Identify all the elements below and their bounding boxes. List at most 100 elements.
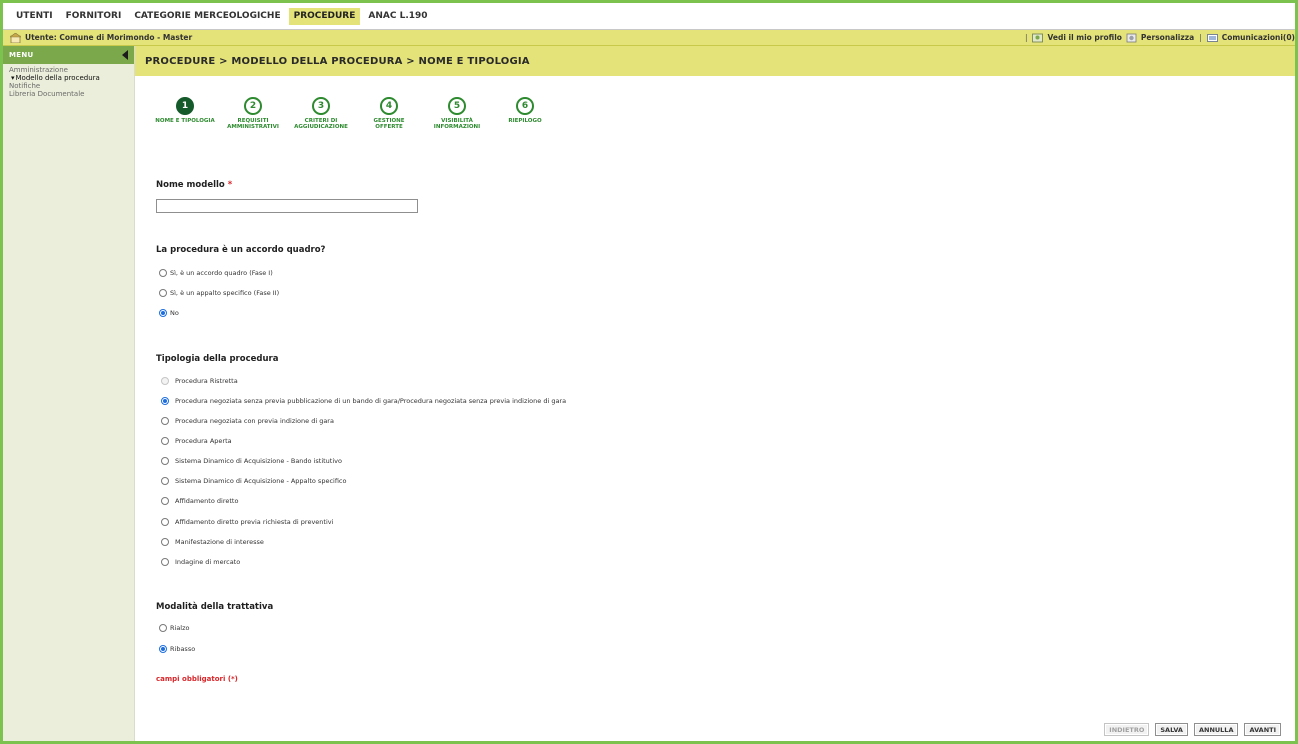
radio-sda-appalto-specifico[interactable]: Sistema Dinamico di Acquisizione - Appal… [161, 477, 346, 485]
radio-button[interactable] [161, 477, 169, 485]
radio-label: Sistema Dinamico di Acquisizione - Bando… [175, 457, 342, 465]
framework-question: La procedura è un accordo quadro? [156, 245, 326, 255]
tab-anac-l190[interactable]: ANAC L.190 [363, 8, 432, 25]
radio-button[interactable] [159, 309, 167, 317]
user-info: Utente: Comune di Morimondo - Master [3, 32, 193, 43]
tab-categorie-merceologiche[interactable]: CATEGORIE MERCEOLOGICHE [129, 8, 285, 25]
radio-procedura-aperta[interactable]: Procedura Aperta [161, 437, 232, 445]
radio-button[interactable] [161, 397, 169, 405]
sidebar-item-modello-procedura[interactable]: Modello della procedura [9, 74, 134, 82]
app-frame: UTENTI FORNITORI CATEGORIE MERCEOLOGICHE… [0, 0, 1298, 744]
radio-label: No [170, 309, 179, 317]
back-button[interactable]: INDIETRO [1104, 723, 1150, 736]
radio-ribasso[interactable]: Ribasso [159, 645, 195, 653]
radio-button[interactable] [161, 518, 169, 526]
home-icon [10, 32, 21, 43]
messages-link[interactable]: Comunicazioni(0) [1222, 33, 1295, 42]
step-nome-tipologia[interactable]: 1 NOME E TIPOLOGIA [151, 97, 219, 130]
step-number: 6 [516, 97, 534, 115]
radio-appalto-specifico[interactable]: Sì, è un appalto specifico (Fase II) [159, 289, 279, 297]
radio-accordo-quadro[interactable]: Sì, è un accordo quadro (Fase I) [159, 269, 273, 277]
step-visibilita-informazioni[interactable]: 5 VISIBILITÀ INFORMAZIONI [423, 97, 491, 130]
separator: | [1199, 33, 1202, 42]
sidebar-item-amministrazione[interactable]: Amministrazione [9, 66, 134, 74]
breadcrumb-text: PROCEDURE > MODELLO DELLA PROCEDURA > NO… [145, 55, 530, 67]
step-label: CRITERI DI AGGIUDICAZIONE [294, 118, 348, 130]
action-buttons: INDIETRO SALVA ANNULLA AVANTI [1098, 723, 1281, 736]
radio-button[interactable] [161, 497, 169, 505]
radio-affidamento-diretto[interactable]: Affidamento diretto [161, 497, 238, 505]
sidebar-item-libreria-documentale[interactable]: Libreria Documentale [9, 90, 134, 98]
step-number: 4 [380, 97, 398, 115]
radio-rialzo[interactable]: Rialzo [159, 624, 190, 632]
radio-label: Sistema Dinamico di Acquisizione - Appal… [175, 477, 347, 485]
step-label: GESTIONE OFFERTE [373, 118, 405, 130]
profile-icon [1032, 33, 1044, 42]
save-button[interactable]: SALVA [1155, 723, 1188, 736]
radio-label: Manifestazione di interesse [175, 538, 264, 546]
step-label: VISIBILITÀ INFORMAZIONI [433, 118, 481, 130]
cancel-button[interactable]: ANNULLA [1193, 723, 1239, 736]
customize-icon [1126, 33, 1137, 42]
tab-utenti[interactable]: UTENTI [11, 8, 58, 25]
collapse-arrow-icon[interactable] [122, 50, 128, 60]
radio-button[interactable] [159, 624, 167, 632]
radio-button [161, 377, 169, 385]
radio-button[interactable] [161, 558, 169, 566]
step-number: 5 [448, 97, 466, 115]
radio-affidamento-preventivi[interactable]: Affidamento diretto previa richiesta di … [161, 518, 333, 526]
model-name-input[interactable] [156, 199, 418, 213]
step-criteri-aggiudicazione[interactable]: 3 CRITERI DI AGGIUDICAZIONE [287, 97, 355, 130]
profile-link[interactable]: Vedi il mio profilo [1047, 33, 1121, 42]
step-label: RIEPILOGO [508, 118, 542, 124]
step-number: 3 [312, 97, 330, 115]
radio-procedura-ristretta: Procedura Ristretta [161, 377, 238, 385]
radio-manifestazione-interesse[interactable]: Manifestazione di interesse [161, 538, 264, 546]
radio-button[interactable] [161, 538, 169, 546]
messages-icon [1206, 33, 1218, 42]
mandatory-note: campi obbligatori (*) [156, 675, 238, 683]
menu-list: Amministrazione Modello della procedura … [3, 64, 134, 98]
sidebar-item-label: Modello della procedura [15, 74, 100, 82]
next-button[interactable]: AVANTI [1244, 723, 1281, 736]
separator: | [1024, 33, 1028, 42]
radio-label: Procedura Ristretta [175, 377, 238, 385]
radio-no[interactable]: No [159, 309, 179, 317]
radio-button[interactable] [161, 457, 169, 465]
radio-sda-bando-istitutivo[interactable]: Sistema Dinamico di Acquisizione - Bando… [161, 457, 342, 465]
user-label: Utente: Comune di Morimondo - Master [25, 33, 193, 42]
step-riepilogo[interactable]: 6 RIEPILOGO [491, 97, 559, 130]
tab-procedure[interactable]: PROCEDURE [288, 7, 361, 25]
menu-header: MENU [3, 46, 134, 64]
radio-button[interactable] [159, 645, 167, 653]
radio-label: Ribasso [170, 645, 196, 653]
name-field-label: Nome modello * [156, 180, 232, 190]
radio-label: Procedura negoziata con previa indizione… [175, 417, 334, 425]
radio-label: Indagine di mercato [175, 558, 241, 566]
radio-indagine-mercato[interactable]: Indagine di mercato [161, 558, 240, 566]
radio-negoziata-con-indizione[interactable]: Procedura negoziata con previa indizione… [161, 417, 334, 425]
top-tab-bar: UTENTI FORNITORI CATEGORIE MERCEOLOGICHE… [3, 3, 1295, 30]
radio-button[interactable] [159, 269, 167, 277]
radio-button[interactable] [159, 289, 167, 297]
radio-negoziata-senza-bando[interactable]: Procedura negoziata senza previa pubblic… [161, 397, 566, 405]
sidebar-item-notifiche[interactable]: Notifiche [9, 82, 134, 90]
step-number: 2 [244, 97, 262, 115]
mode-title: Modalità della trattativa [156, 602, 274, 612]
wizard-steps: 1 NOME E TIPOLOGIA 2 REQUISITI AMMINISTRA… [151, 97, 559, 130]
tab-fornitori[interactable]: FORNITORI [61, 8, 127, 25]
step-label: NOME E TIPOLOGIA [155, 118, 215, 124]
radio-label: Sì, è un appalto specifico (Fase II) [170, 289, 280, 297]
customize-link[interactable]: Personalizza [1141, 33, 1194, 42]
radio-label: Rialzo [170, 624, 190, 632]
user-links: | Vedi il mio profilo Personalizza | Com… [1020, 33, 1295, 43]
name-label-text: Nome modello [156, 180, 225, 190]
step-gestione-offerte[interactable]: 4 GESTIONE OFFERTE [355, 97, 423, 130]
step-requisiti-amministrativi[interactable]: 2 REQUISITI AMMINISTRATIVI [219, 97, 287, 130]
step-number: 1 [176, 97, 194, 115]
radio-button[interactable] [161, 417, 169, 425]
radio-label: Affidamento diretto [175, 497, 239, 505]
radio-button[interactable] [161, 437, 169, 445]
menu-title: MENU [9, 51, 34, 59]
radio-label: Procedura negoziata senza previa pubblic… [175, 397, 567, 405]
